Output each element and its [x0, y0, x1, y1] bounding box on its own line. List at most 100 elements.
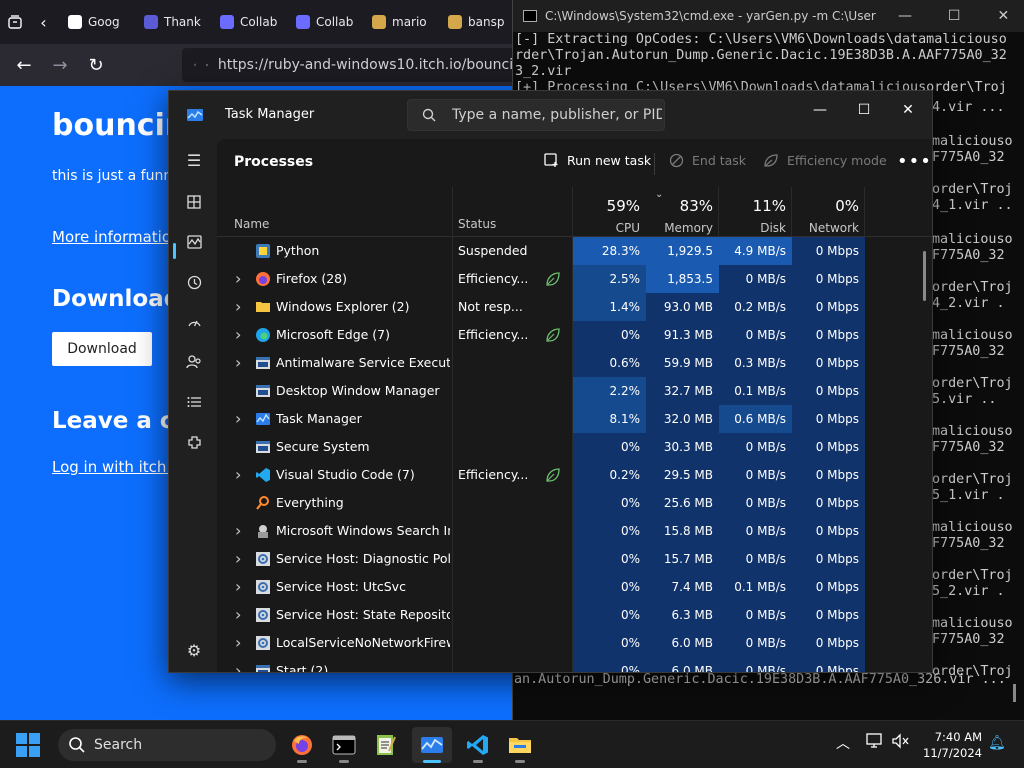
process-row[interactable]: › Service Host: UtcSvc 0% 7.4 MB 0.1 MB/s 0 M…: [217, 573, 932, 601]
process-row[interactable]: Python Suspended 28.3%1,929.5 MB4.9 MB/s0 …: [217, 237, 932, 286]
tab-overview-icon[interactable]: [0, 0, 29, 44]
taskbar-notepad-button[interactable]: [366, 727, 406, 763]
process-row[interactable]: › Task Manager 8.1% 32.0 MB 0.6 MB/s 0 Mbps: [217, 405, 932, 433]
chevron-right-icon[interactable]: ›: [235, 265, 241, 293]
minimize-icon[interactable]: —: [797, 95, 843, 125]
chevron-right-icon[interactable]: ›: [235, 405, 241, 433]
process-row[interactable]: Desktop Window Manager 2.2% 32.7 MB 0.1 MB/…: [217, 377, 932, 405]
process-network-value: 0 Mbps: [792, 629, 865, 657]
speaker-muted-icon[interactable]: [892, 733, 910, 749]
run-new-task-icon: [544, 153, 558, 167]
process-row[interactable]: › Visual Studio Code (7) Efficiency... 0.2%…: [217, 461, 932, 489]
process-row[interactable]: ›LocalServiceNoNetworkFirewa...0%6.0 MB0…: [217, 629, 932, 657]
process-row[interactable]: › Antimalware Service Executable 0.6%59.9 …: [217, 349, 932, 377]
close-icon[interactable]: ✕: [983, 0, 1024, 32]
back-arrow-icon[interactable]: ←: [6, 47, 42, 83]
more-options-icon[interactable]: •••: [897, 151, 932, 172]
cmd-scrollbar[interactable]: [1013, 684, 1016, 702]
browser-tab[interactable]: Thank: [134, 0, 210, 44]
process-row[interactable]: › Service Host: State Repository ... 0%6.3…: [217, 601, 932, 629]
maximize-icon[interactable]: ☐: [841, 95, 887, 125]
process-search-box[interactable]: [407, 99, 665, 131]
browser-tab[interactable]: Collab: [210, 0, 286, 44]
process-network-value: 0 Mbps: [792, 489, 865, 517]
chevron-right-icon[interactable]: ›: [235, 657, 241, 672]
taskbar-clock[interactable]: 7:40 AM 11/7/2024: [918, 729, 982, 761]
process-row[interactable]: Secure System 0% 30.3 MB 0 MB/s 0 Mbps: [217, 433, 932, 461]
browser-tab[interactable]: Collab: [286, 0, 362, 44]
taskbar-firefox-button[interactable]: [282, 727, 322, 763]
minimize-icon[interactable]: —: [884, 0, 925, 32]
process-row[interactable]: › Firefox (28) Efficiency... 2.5%1,853.5 MB…: [217, 265, 932, 314]
folder-icon: [255, 299, 271, 315]
forward-arrow-icon[interactable]: →: [42, 47, 78, 83]
close-icon[interactable]: ✕: [885, 95, 931, 125]
browser-tab[interactable]: mario: [362, 0, 438, 44]
task-manager-nav: ☰ ⚙: [169, 139, 217, 672]
maximize-icon[interactable]: ☐: [934, 0, 975, 32]
more-information-link[interactable]: More informatio: [52, 228, 171, 246]
chevron-right-icon[interactable]: ›: [235, 517, 241, 545]
column-header-memory[interactable]: 83% Memory: [646, 195, 713, 235]
login-link[interactable]: Log in with itch.io: [52, 458, 185, 476]
chevron-right-icon[interactable]: ›: [235, 629, 241, 657]
chevron-right-icon[interactable]: ›: [235, 573, 241, 601]
chevron-right-icon[interactable]: ›: [235, 461, 241, 489]
process-list-scrollbar[interactable]: [923, 251, 926, 301]
process-disk-value: 0 MB/s: [719, 517, 792, 545]
taskbar-search-box[interactable]: Search: [58, 729, 276, 761]
nav-active-indicator: [173, 243, 176, 259]
column-header-disk[interactable]: 11% Disk: [719, 195, 786, 235]
address-bar[interactable]: https://ruby-and-windows10.itch.io/bounc…: [182, 48, 522, 82]
nav-processes-icon[interactable]: [179, 187, 209, 217]
tab-scroll-left-icon[interactable]: ‹: [29, 0, 58, 44]
nav-app-history-icon[interactable]: [179, 267, 209, 297]
column-header-name[interactable]: Name: [234, 217, 269, 231]
taskbar-task-manager-button[interactable]: [412, 727, 452, 763]
windows-start-icon[interactable]: [14, 731, 42, 759]
chevron-right-icon[interactable]: ›: [235, 601, 241, 629]
disk-label: Disk: [760, 221, 786, 235]
process-status: [458, 657, 530, 672]
process-memory-value: 15.8 MB: [646, 517, 719, 545]
download-button[interactable]: Download: [52, 332, 152, 366]
chevron-up-icon[interactable]: ︿: [836, 733, 850, 753]
column-header-status[interactable]: Status: [458, 217, 496, 231]
process-disk-value: 0.1 MB/s: [719, 573, 792, 601]
chevron-right-icon[interactable]: ›: [235, 321, 241, 349]
nav-users-icon[interactable]: [179, 347, 209, 377]
efficiency-mode-button[interactable]: Efficiency mode: [763, 153, 887, 168]
process-memory-value: 6.0 MB: [646, 657, 719, 672]
nav-details-icon[interactable]: [179, 387, 209, 417]
chevron-right-icon[interactable]: ›: [235, 293, 241, 321]
column-header-network[interactable]: 0% Network: [792, 195, 859, 235]
process-row[interactable]: › Microsoft Edge (7) Efficiency... 0% 91.3 M…: [217, 321, 932, 349]
nav-performance-icon[interactable]: [179, 227, 209, 257]
settings-gear-icon[interactable]: ⚙: [179, 635, 209, 665]
end-task-button[interactable]: End task: [669, 153, 746, 168]
reload-icon[interactable]: ↻: [78, 47, 114, 83]
taskbar-file-explorer-button[interactable]: [500, 727, 540, 763]
process-status: [458, 349, 530, 377]
browser-tab[interactable]: bansp: [438, 0, 514, 44]
process-search-input[interactable]: [452, 107, 662, 123]
run-new-task-button[interactable]: Run new task: [544, 153, 651, 168]
cmd-output-line: maliciouso: [932, 424, 1013, 439]
taskbar-terminal-button[interactable]: [324, 727, 364, 763]
process-row[interactable]: › Service Host: Diagnostic Polic... 0%15.7…: [217, 545, 932, 573]
nav-services-icon[interactable]: [179, 427, 209, 457]
chevron-right-icon[interactable]: ›: [235, 349, 241, 377]
network-monitor-icon[interactable]: [866, 733, 884, 749]
browser-tab[interactable]: Goog: [58, 0, 134, 44]
process-row[interactable]: › Windows Explorer (2) Not resp... 1.4% 93.0…: [217, 293, 932, 321]
nav-startup-apps-icon[interactable]: [179, 307, 209, 337]
column-header-cpu[interactable]: 59% CPU: [573, 195, 640, 235]
notification-bell-icon[interactable]: 🔔︎: [988, 735, 1006, 751]
process-row[interactable]: Everything 0% 25.6 MB 0 MB/s 0 Mbps: [217, 489, 932, 517]
process-row[interactable]: › Start (2) 0% 6.0 MB 0 MB/s 0 Mbps: [217, 657, 932, 672]
hamburger-menu-icon[interactable]: ☰: [179, 145, 209, 175]
taskbar-vscode-button[interactable]: [458, 727, 498, 763]
process-row[interactable]: › Microsoft Windows Search In... 0% 15.8 MB…: [217, 517, 932, 545]
process-name: Windows Explorer (2): [276, 299, 410, 314]
chevron-right-icon[interactable]: ›: [235, 545, 241, 573]
